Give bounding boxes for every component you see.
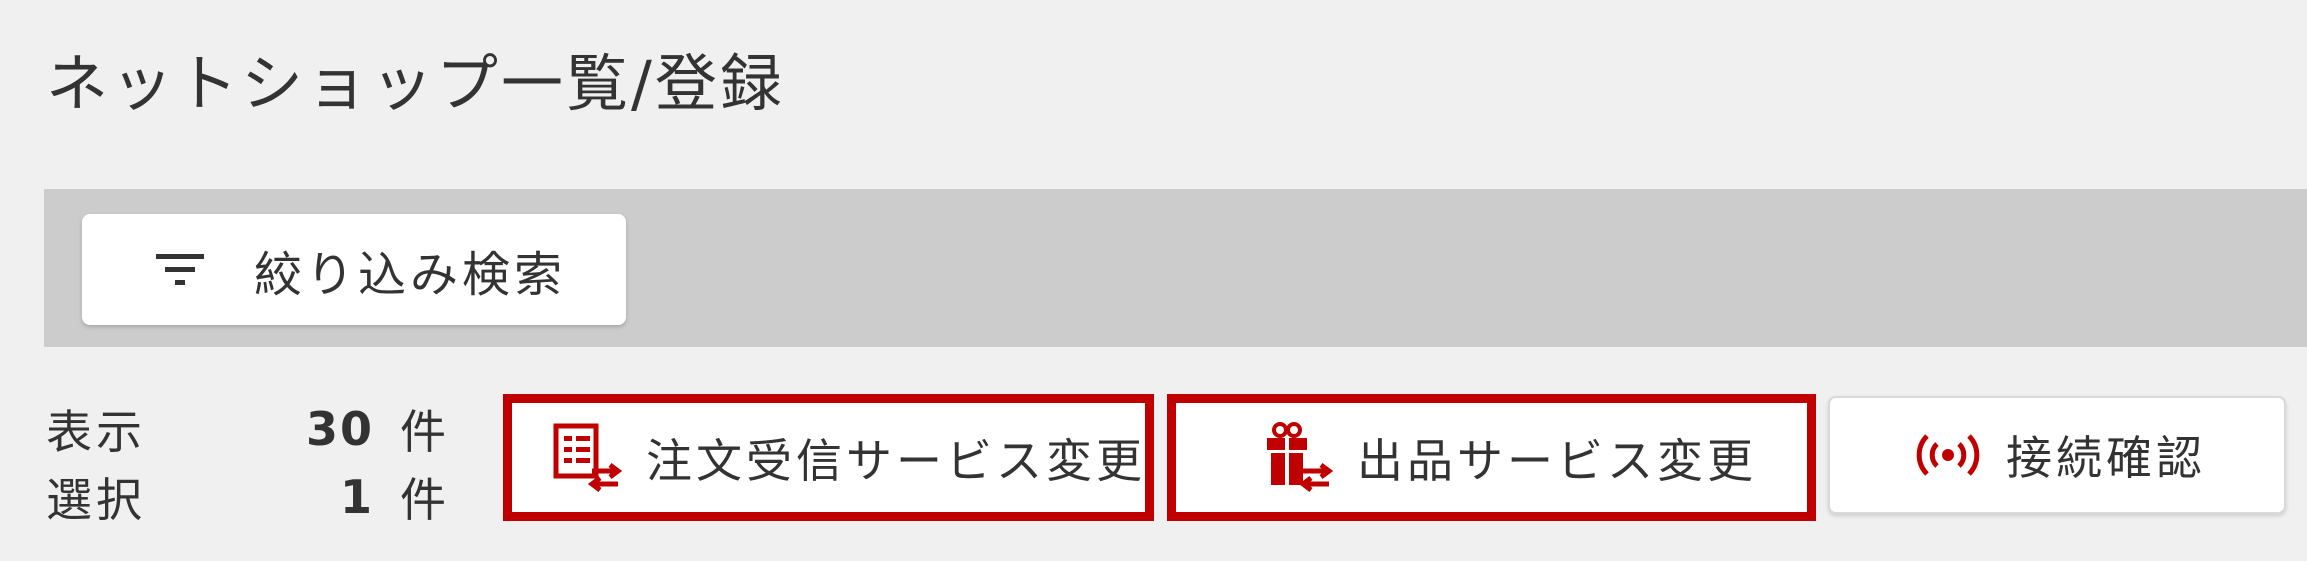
- display-count-value: 30: [305, 402, 374, 456]
- display-count-label: 表示: [46, 405, 146, 459]
- filter-search-label: 絞り込み検索: [254, 246, 567, 303]
- filter-search-button[interactable]: 絞り込み検索: [82, 214, 626, 325]
- gift-transfer-icon: [1263, 421, 1335, 494]
- selected-count-row: 選択 1 件: [46, 463, 456, 531]
- selected-count-label: 選択: [46, 473, 146, 527]
- order-transfer-icon: [552, 422, 624, 494]
- selected-count-unit: 件: [400, 473, 446, 527]
- change-listing-service-button[interactable]: 出品サービス変更: [1167, 394, 1816, 521]
- selected-count-value: 1: [339, 470, 374, 524]
- page-title: ネットショップ一覧/登録: [46, 47, 785, 120]
- broadcast-icon: [1912, 431, 1984, 479]
- change-listing-service-label: 出品サービス変更: [1357, 433, 1757, 488]
- record-counts: 表示 30 件 選択 1 件: [46, 395, 456, 531]
- connection-check-button[interactable]: 接続確認: [1828, 396, 2286, 514]
- filter-bar: 絞り込み検索: [44, 189, 2307, 347]
- connection-check-label: 接続確認: [2006, 431, 2206, 485]
- change-order-service-button[interactable]: 注文受信サービス変更: [503, 394, 1154, 521]
- change-order-service-label: 注文受信サービス変更: [646, 433, 1146, 488]
- display-count-row: 表示 30 件: [46, 395, 456, 463]
- display-count-unit: 件: [400, 405, 446, 459]
- filter-icon: [154, 250, 206, 290]
